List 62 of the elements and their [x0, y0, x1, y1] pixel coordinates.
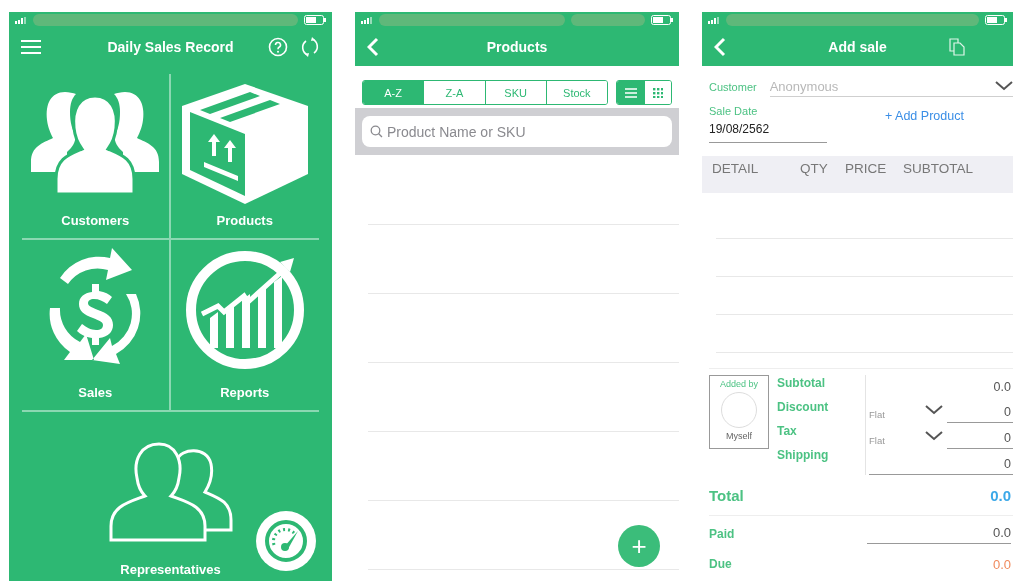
list-icon — [624, 87, 637, 98]
column-header: DETAIL — [712, 161, 760, 178]
paid-label: Paid — [709, 527, 735, 541]
summary-label: Discount — [777, 400, 830, 414]
mode-label: Flat — [869, 435, 886, 448]
due-label: Due — [709, 557, 732, 571]
menu-tile[interactable]: Reports — [170, 240, 319, 412]
chevron-down-icon — [925, 405, 943, 415]
app-title: Daily Sales Record — [106, 39, 235, 55]
chevron-down-icon — [995, 81, 1013, 91]
paid-field[interactable]: 0.0 — [867, 524, 1011, 544]
search-field[interactable]: Product Name or SKU — [362, 116, 672, 147]
total-label: Total — [709, 486, 744, 504]
grid-icon — [653, 87, 663, 98]
amount-field[interactable]: 0 — [947, 431, 1013, 449]
date-field[interactable]: 19/08/2562 — [709, 122, 827, 143]
back-icon[interactable] — [714, 37, 726, 57]
screen-title: Products — [485, 39, 549, 55]
card-label: Added by — [720, 379, 758, 389]
amount-field[interactable]: 0 — [869, 457, 1013, 475]
gauge-button[interactable] — [256, 511, 316, 571]
summary-label: Shipping — [777, 448, 830, 462]
total-value: 0.0 — [990, 486, 1011, 504]
customer-select[interactable]: Anonymous — [769, 76, 1013, 97]
add-button[interactable]: + — [618, 525, 660, 567]
battery-icon — [651, 15, 673, 25]
column-header: SUBTOTAL — [903, 161, 975, 178]
menu-tile[interactable]: Representatives — [9, 412, 332, 581]
search-icon — [370, 125, 383, 138]
signal-icon — [361, 16, 373, 24]
sync-icon[interactable] — [300, 36, 320, 58]
signal-icon — [708, 16, 720, 24]
chevron-down-icon — [925, 431, 943, 441]
mode-label: Flat — [869, 409, 886, 422]
menu-tile[interactable]: Customers — [22, 74, 171, 240]
amount-field[interactable]: 0 — [947, 405, 1013, 423]
user-name: Myself — [726, 431, 752, 441]
sort-tab[interactable]: Stock — [545, 81, 607, 104]
menu-icon[interactable] — [21, 40, 41, 54]
summary-label: Tax — [777, 424, 798, 438]
added-by-card[interactable]: Added by Myself — [709, 375, 769, 449]
menu-tile[interactable]: Products — [170, 74, 319, 240]
box-icon — [179, 82, 310, 206]
due-value: 0.0 — [992, 556, 1011, 572]
field-label: Customer — [709, 80, 757, 93]
column-header: QTY — [800, 161, 829, 178]
battery-icon — [985, 15, 1007, 25]
menu-tile[interactable]: Sales — [22, 240, 171, 412]
help-icon[interactable] — [268, 37, 288, 57]
summary-label: Subtotal — [777, 376, 826, 390]
signal-icon — [15, 16, 27, 24]
view-toggle-button[interactable] — [644, 81, 671, 104]
subtotal-value: 0.0 — [992, 380, 1012, 396]
back-icon[interactable] — [367, 37, 379, 57]
view-toggle-button[interactable] — [617, 81, 644, 104]
battery-icon — [304, 15, 326, 25]
field-label: Sale Date — [709, 105, 759, 117]
sort-tab[interactable]: A-Z — [363, 81, 424, 104]
copy-icon[interactable] — [949, 38, 965, 56]
column-header: PRICE — [845, 161, 888, 178]
screen-title: Add sale — [827, 39, 888, 55]
add-product-link[interactable]: + Add Product — [885, 109, 964, 123]
